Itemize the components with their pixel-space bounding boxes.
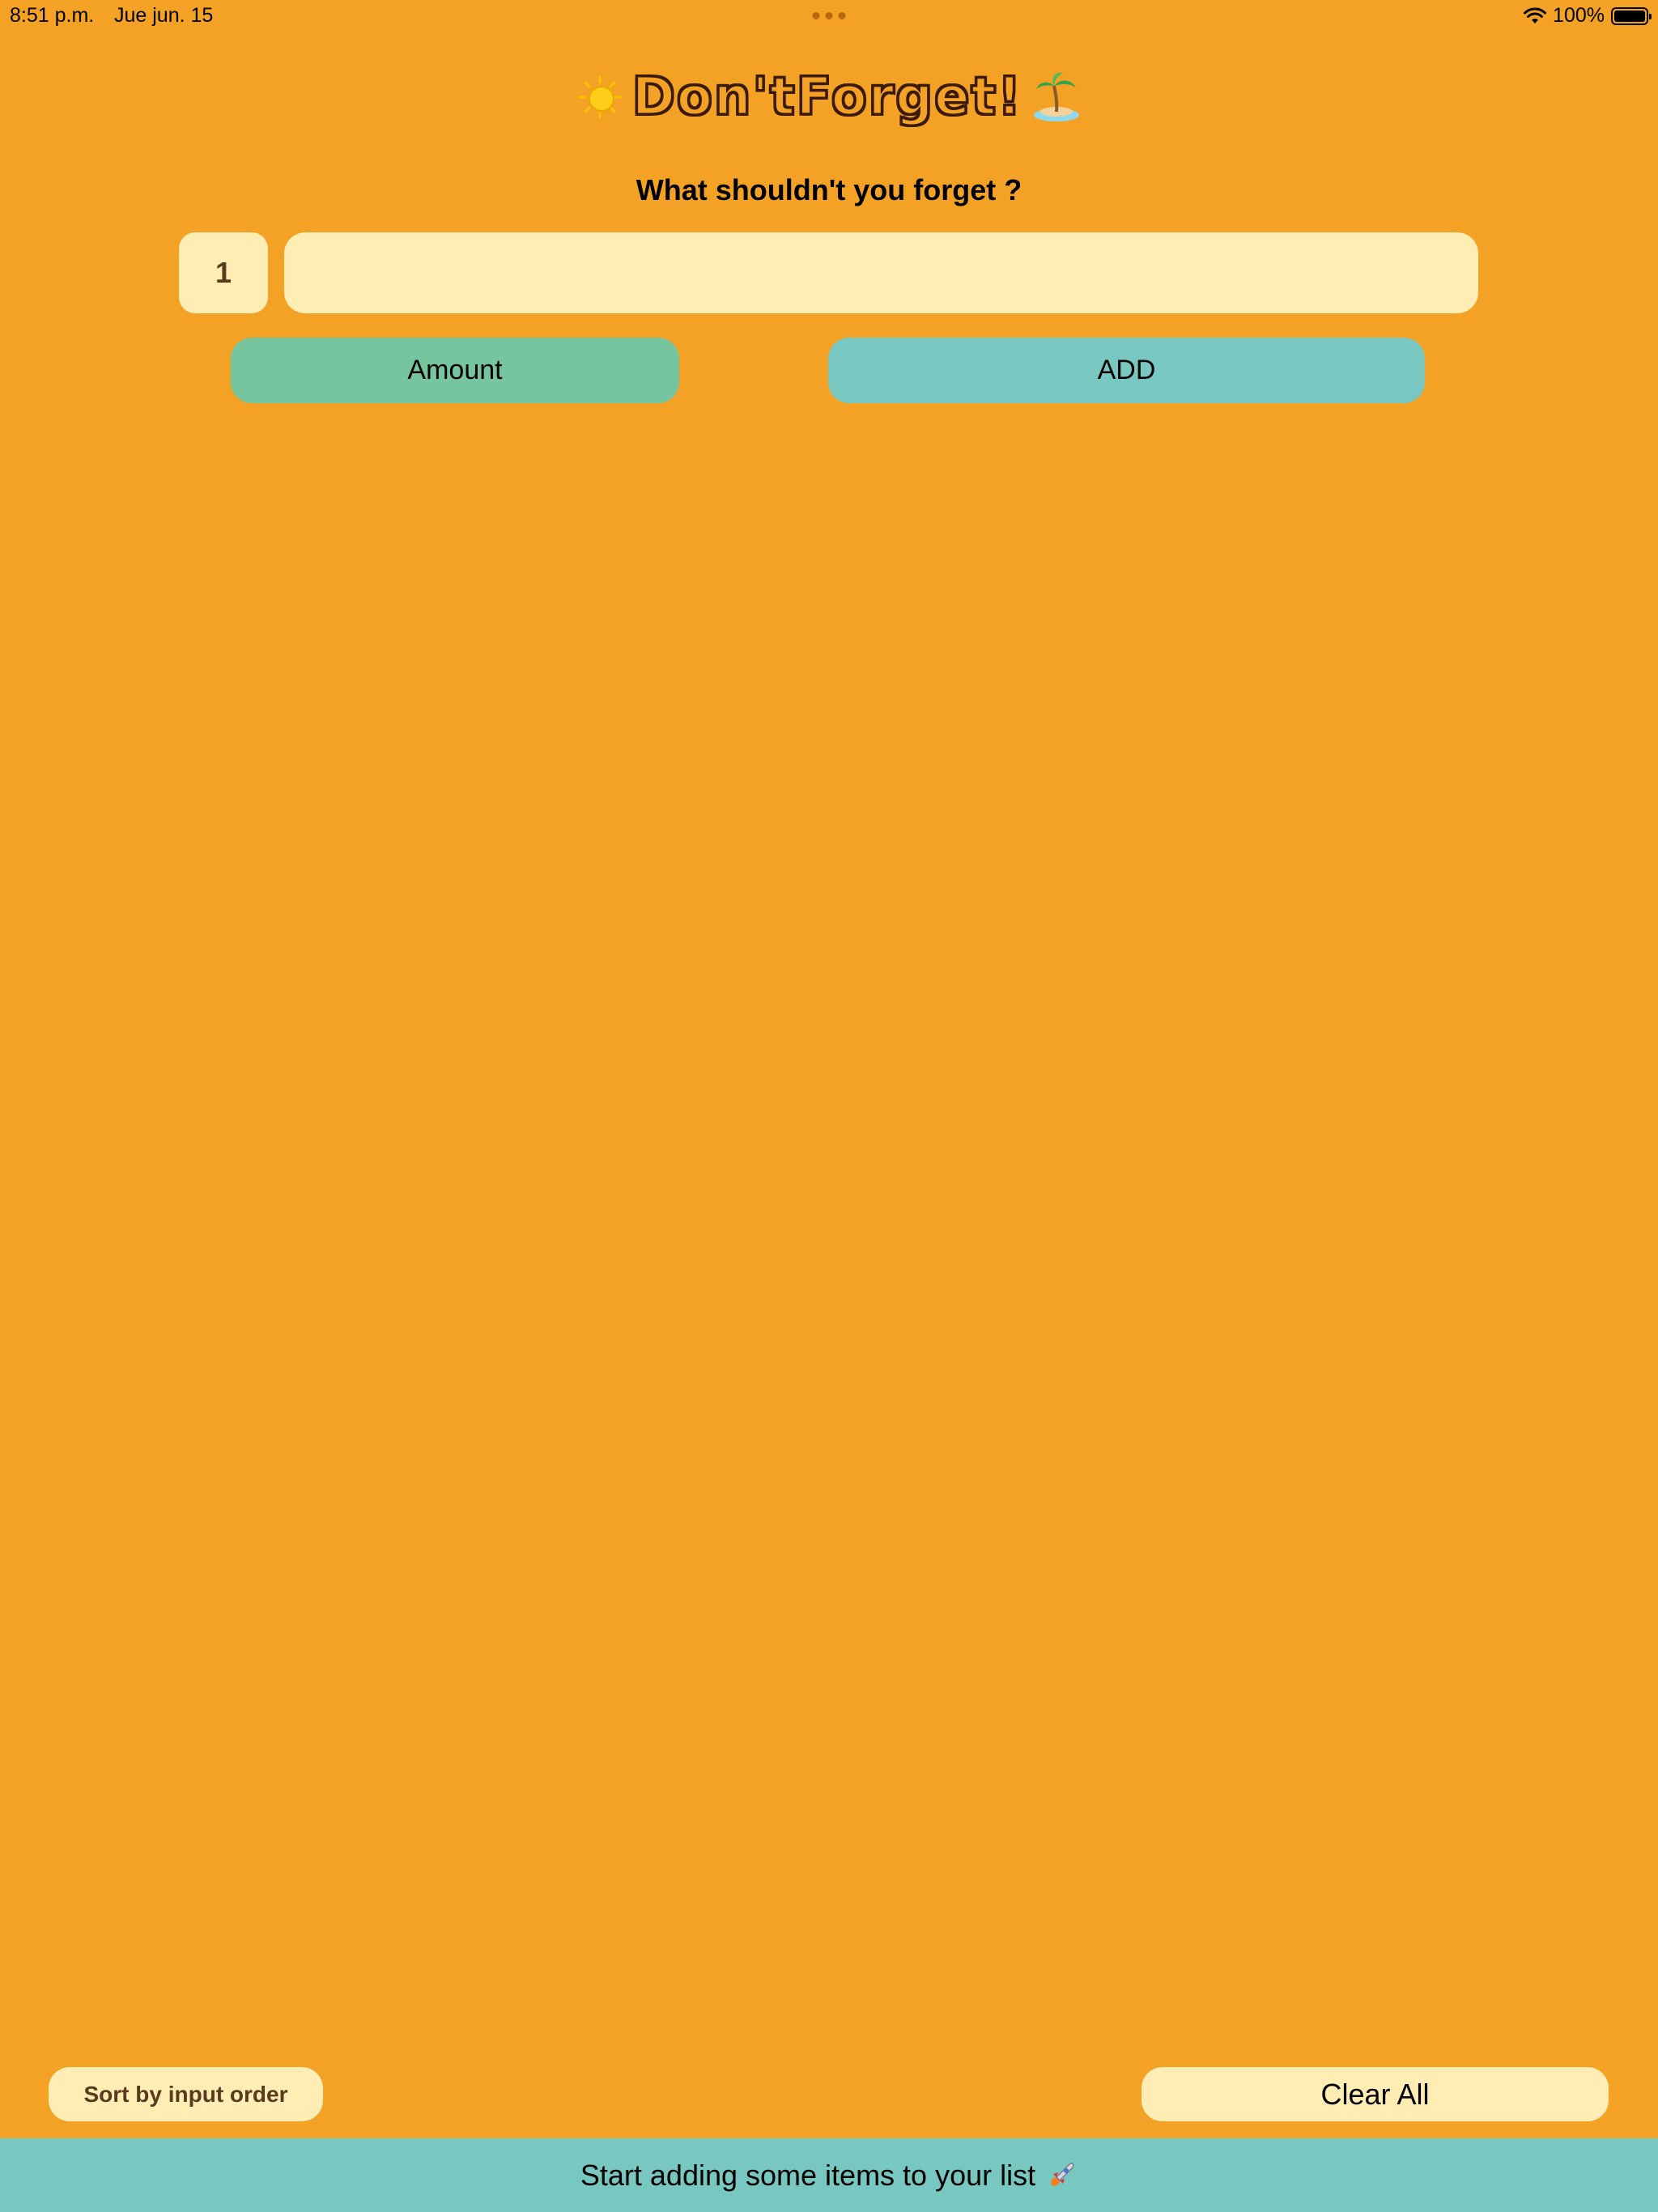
app-title: Don'tForget! <box>631 67 1023 127</box>
sun-icon <box>577 74 623 120</box>
title-row: Don'tForget! <box>0 67 1658 127</box>
empty-list-banner: Start adding some items to your list <box>0 2138 1658 2212</box>
clear-all-button[interactable]: Clear All <box>1141 2067 1609 2121</box>
amount-button[interactable]: Amount <box>231 338 679 403</box>
item-input[interactable] <box>284 232 1478 313</box>
status-time: 8:51 p.m. <box>10 4 95 27</box>
add-button[interactable]: ADD <box>828 338 1425 403</box>
empty-list-message: Start adding some items to your list <box>580 2158 1036 2192</box>
app-screen: 8:51 p.m. Jue jun. 15 100% Don'tForget! … <box>0 0 1658 2212</box>
rocket-icon <box>1045 2159 1078 2192</box>
battery-icon <box>1611 6 1652 25</box>
status-date: Jue jun. 15 <box>114 4 214 27</box>
prompt-heading: What shouldn't you forget ? <box>636 173 1022 206</box>
amount-field[interactable]: 1 <box>179 232 268 313</box>
battery-percent: 100% <box>1553 4 1605 27</box>
sort-button[interactable]: Sort by input order <box>49 2067 323 2121</box>
island-icon <box>1032 71 1081 123</box>
status-bar: 8:51 p.m. Jue jun. 15 100% <box>0 0 1658 32</box>
multitasking-dots-icon[interactable] <box>812 12 846 19</box>
wifi-icon <box>1524 6 1547 25</box>
status-indicators: 100% <box>1524 4 1652 28</box>
